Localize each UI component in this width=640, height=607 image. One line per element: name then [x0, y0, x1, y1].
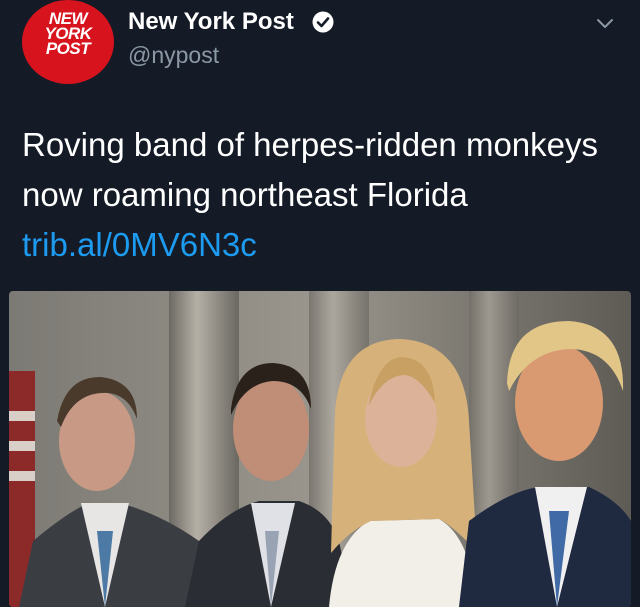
tweet-card[interactable]: NEW YORK POST New York Post @nypost Rovi… — [0, 0, 640, 607]
tweet-text: Roving band of herpes-ridden monkeys now… — [22, 120, 622, 270]
display-name[interactable]: New York Post — [128, 8, 294, 36]
tweet-media-photo[interactable] — [9, 291, 631, 607]
chevron-down-icon[interactable] — [594, 16, 616, 32]
tweet-link[interactable]: trib.al/0MV6N3c — [22, 226, 257, 263]
verified-badge-icon — [312, 11, 334, 33]
handle[interactable]: @nypost — [128, 42, 219, 69]
photo-illustration — [9, 291, 631, 607]
tweet-body: Roving band of herpes-ridden monkeys now… — [22, 126, 599, 213]
avatar[interactable]: NEW YORK POST — [22, 0, 114, 84]
avatar-logo-text: NEW YORK POST — [44, 9, 92, 58]
